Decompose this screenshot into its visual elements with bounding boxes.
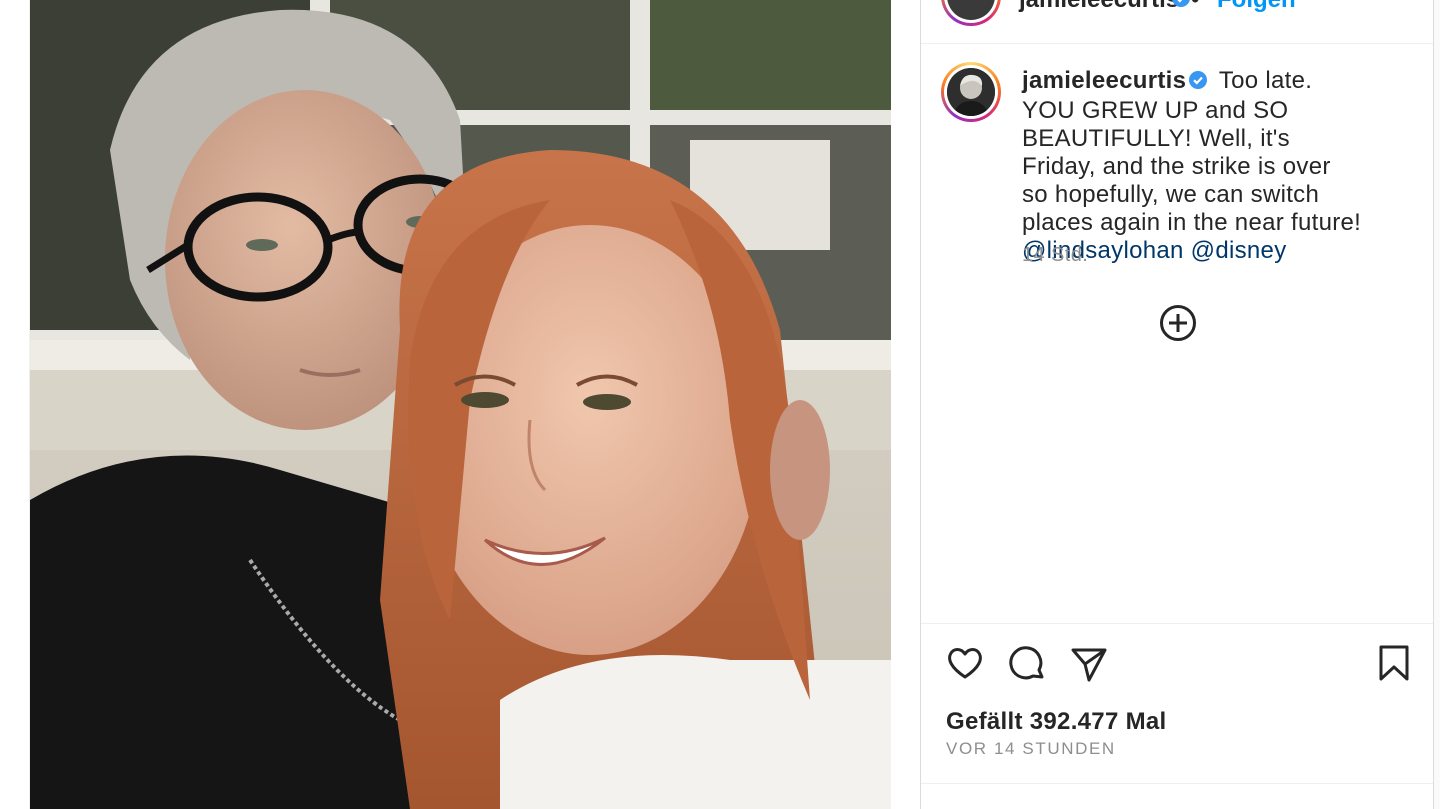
caption-author-avatar[interactable]	[941, 62, 1001, 122]
avatar-image	[947, 0, 995, 20]
post-photo[interactable]	[30, 0, 891, 809]
like-count[interactable]: Gefällt 392.477 Mal	[946, 708, 1166, 736]
heart-icon[interactable]	[946, 644, 984, 687]
header-separator-dot: •	[1191, 0, 1199, 14]
instagram-post-view: jamieleecurtis • Folgen	[0, 0, 1440, 809]
caption-section: jamieleecurtis Too late. YOU GREW UP and…	[921, 44, 1433, 624]
verified-badge-icon	[1171, 0, 1191, 13]
bookmark-icon[interactable]	[1377, 644, 1411, 687]
header-username[interactable]: jamieleecurtis	[1019, 0, 1179, 14]
photo-panel-gap	[891, 0, 920, 809]
post-actions-section: Gefällt 392.477 Mal VOR 14 STUNDEN	[921, 624, 1433, 784]
left-page-edge	[0, 0, 30, 809]
verified-badge-icon	[1188, 69, 1208, 97]
right-page-edge	[1434, 0, 1440, 809]
caption-username[interactable]: jamieleecurtis	[1022, 67, 1186, 94]
mention-disney[interactable]: @disney	[1191, 237, 1287, 264]
post-header: jamieleecurtis • Folgen	[921, 0, 1433, 44]
caption-timestamp[interactable]: 14 Std.	[1022, 244, 1088, 267]
caption-text: jamieleecurtis Too late. YOU GREW UP and…	[1022, 67, 1362, 265]
plus-circle-icon[interactable]	[1159, 304, 1197, 342]
follow-button[interactable]: Folgen	[1217, 0, 1296, 14]
caption-avatar-image	[947, 68, 995, 116]
post-age[interactable]: VOR 14 STUNDEN	[946, 739, 1116, 759]
selfie-photo-illustration	[30, 0, 891, 809]
author-avatar[interactable]	[941, 0, 1001, 26]
post-side-panel: jamieleecurtis • Folgen	[920, 0, 1434, 809]
paper-plane-icon[interactable]	[1069, 644, 1109, 689]
comment-bubble-icon[interactable]	[1007, 644, 1047, 689]
